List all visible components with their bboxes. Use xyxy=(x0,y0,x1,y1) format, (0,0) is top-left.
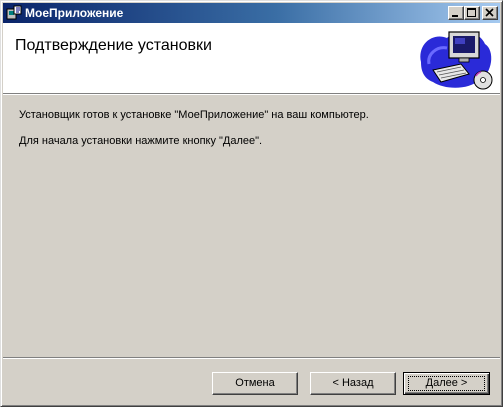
installer-window: МоеПриложение Подтверждение установки Ус… xyxy=(0,0,503,407)
header-divider xyxy=(3,94,500,95)
next-label: Далее > xyxy=(425,377,468,389)
cancel-label: Отмена xyxy=(235,377,275,389)
maximize-button[interactable] xyxy=(464,6,480,20)
minimize-button[interactable] xyxy=(448,6,464,20)
cancel-button[interactable]: Отмена xyxy=(212,372,298,395)
installer-icon[interactable] xyxy=(6,5,22,21)
window-title: МоеПриложение xyxy=(25,6,124,20)
back-button[interactable]: < Назад xyxy=(310,372,396,395)
instruction-message: Для начала установки нажмите кнопку "Дал… xyxy=(19,135,263,147)
close-button[interactable] xyxy=(482,6,498,20)
next-button[interactable]: Далее > xyxy=(403,372,490,395)
footer-divider-highlight xyxy=(3,358,500,359)
page-title: Подтверждение установки xyxy=(15,37,212,54)
maximize-icon xyxy=(467,8,476,17)
title-bar[interactable]: МоеПриложение xyxy=(3,3,500,23)
back-label: < Назад xyxy=(332,377,374,389)
close-icon xyxy=(485,8,494,17)
minimize-icon xyxy=(452,15,458,17)
ready-message: Установщик готов к установке "МоеПриложе… xyxy=(19,109,369,121)
header-banner: Подтверждение установки xyxy=(3,23,500,94)
computer-illustration-icon xyxy=(420,31,493,90)
